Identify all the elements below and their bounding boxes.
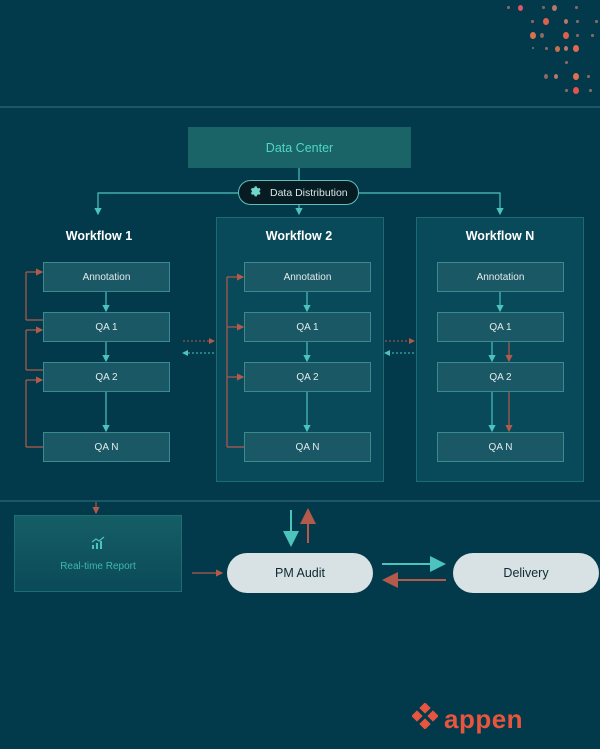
data-center-node: Data Center — [188, 127, 411, 168]
step-label: Annotation — [476, 271, 525, 283]
step-label: QA N — [488, 441, 513, 453]
decorative-dot — [551, 4, 557, 11]
decorative-dot — [543, 18, 549, 26]
decorative-dot — [532, 47, 534, 50]
workflow-n-step-annotation: Annotation — [437, 262, 564, 292]
data-distribution-node: Data Distribution — [238, 180, 359, 205]
pm-audit-label: PM Audit — [274, 566, 326, 580]
step-label: QA 1 — [296, 321, 319, 333]
step-label: QA N — [94, 441, 119, 453]
bottom-divider — [0, 500, 600, 502]
step-label: QA 2 — [489, 371, 512, 383]
real-time-report-node: Real-time Report — [14, 515, 182, 592]
decorative-dot — [564, 88, 568, 93]
chart-icon — [91, 536, 105, 553]
real-time-report-label: Real-time Report — [60, 560, 136, 572]
decorative-dot — [564, 60, 568, 65]
pm-audit-node: PM Audit — [227, 553, 373, 593]
decorative-dot — [594, 19, 598, 24]
decorative-dot — [517, 4, 523, 11]
decorative-dot — [506, 5, 510, 10]
workflow-1-step-annotation: Annotation — [43, 262, 170, 292]
decorative-dot — [544, 74, 548, 79]
data-center-label: Data Center — [265, 140, 334, 155]
decorative-dot — [573, 45, 579, 53]
workflow-1-step-qan: QA N — [43, 432, 170, 462]
workflow-n-step-qan: QA N — [437, 432, 564, 462]
decorative-dot — [554, 74, 558, 79]
delivery-label: Delivery — [503, 566, 549, 580]
workflow-n-step-qa1: QA 1 — [437, 312, 564, 342]
workflow-2-step-qan: QA N — [244, 432, 371, 462]
decorative-dot — [574, 5, 578, 10]
workflow-1-step-qa1: QA 1 — [43, 312, 170, 342]
decorative-dot — [530, 19, 534, 24]
decorative-dot — [586, 74, 590, 79]
decorative-dot — [540, 33, 544, 38]
workflow-n-title: Workflow N — [465, 229, 535, 243]
data-distribution-label: Data Distribution — [270, 186, 348, 199]
appen-logo: appen — [411, 702, 524, 736]
decorative-dot — [575, 33, 579, 38]
decorative-dot — [575, 19, 579, 24]
step-label: Annotation — [82, 271, 131, 283]
decorative-dot — [544, 46, 548, 51]
top-divider — [0, 106, 600, 108]
decorative-dot — [541, 5, 545, 10]
gear-icon — [249, 185, 262, 201]
step-label: QA 2 — [296, 371, 319, 383]
step-label: QA 2 — [95, 371, 118, 383]
decorative-dot — [588, 88, 592, 93]
decorative-dot — [563, 32, 569, 40]
decorative-dot — [573, 87, 579, 95]
workflow-1-step-qa2: QA 2 — [43, 362, 170, 392]
workflow-2-title: Workflow 2 — [265, 229, 333, 243]
delivery-node: Delivery — [453, 553, 599, 593]
decorative-dot — [530, 32, 536, 40]
decorative-dot — [554, 45, 560, 52]
workflow-n-step-qa2: QA 2 — [437, 362, 564, 392]
step-label: Annotation — [283, 271, 332, 283]
appen-logo-icon — [411, 702, 439, 736]
step-label: QA N — [295, 441, 320, 453]
workflow-2-step-qa1: QA 1 — [244, 312, 371, 342]
step-label: QA 1 — [95, 321, 118, 333]
decorative-dot — [590, 33, 594, 38]
workflow-2-step-qa2: QA 2 — [244, 362, 371, 392]
appen-logo-text: appen — [444, 704, 524, 734]
workflow-2-step-annotation: Annotation — [244, 262, 371, 292]
decorative-dot — [564, 46, 568, 51]
decorative-dot — [573, 73, 579, 81]
workflow-1-title: Workflow 1 — [65, 229, 133, 243]
step-label: QA 1 — [489, 321, 512, 333]
decorative-dot — [564, 19, 568, 24]
